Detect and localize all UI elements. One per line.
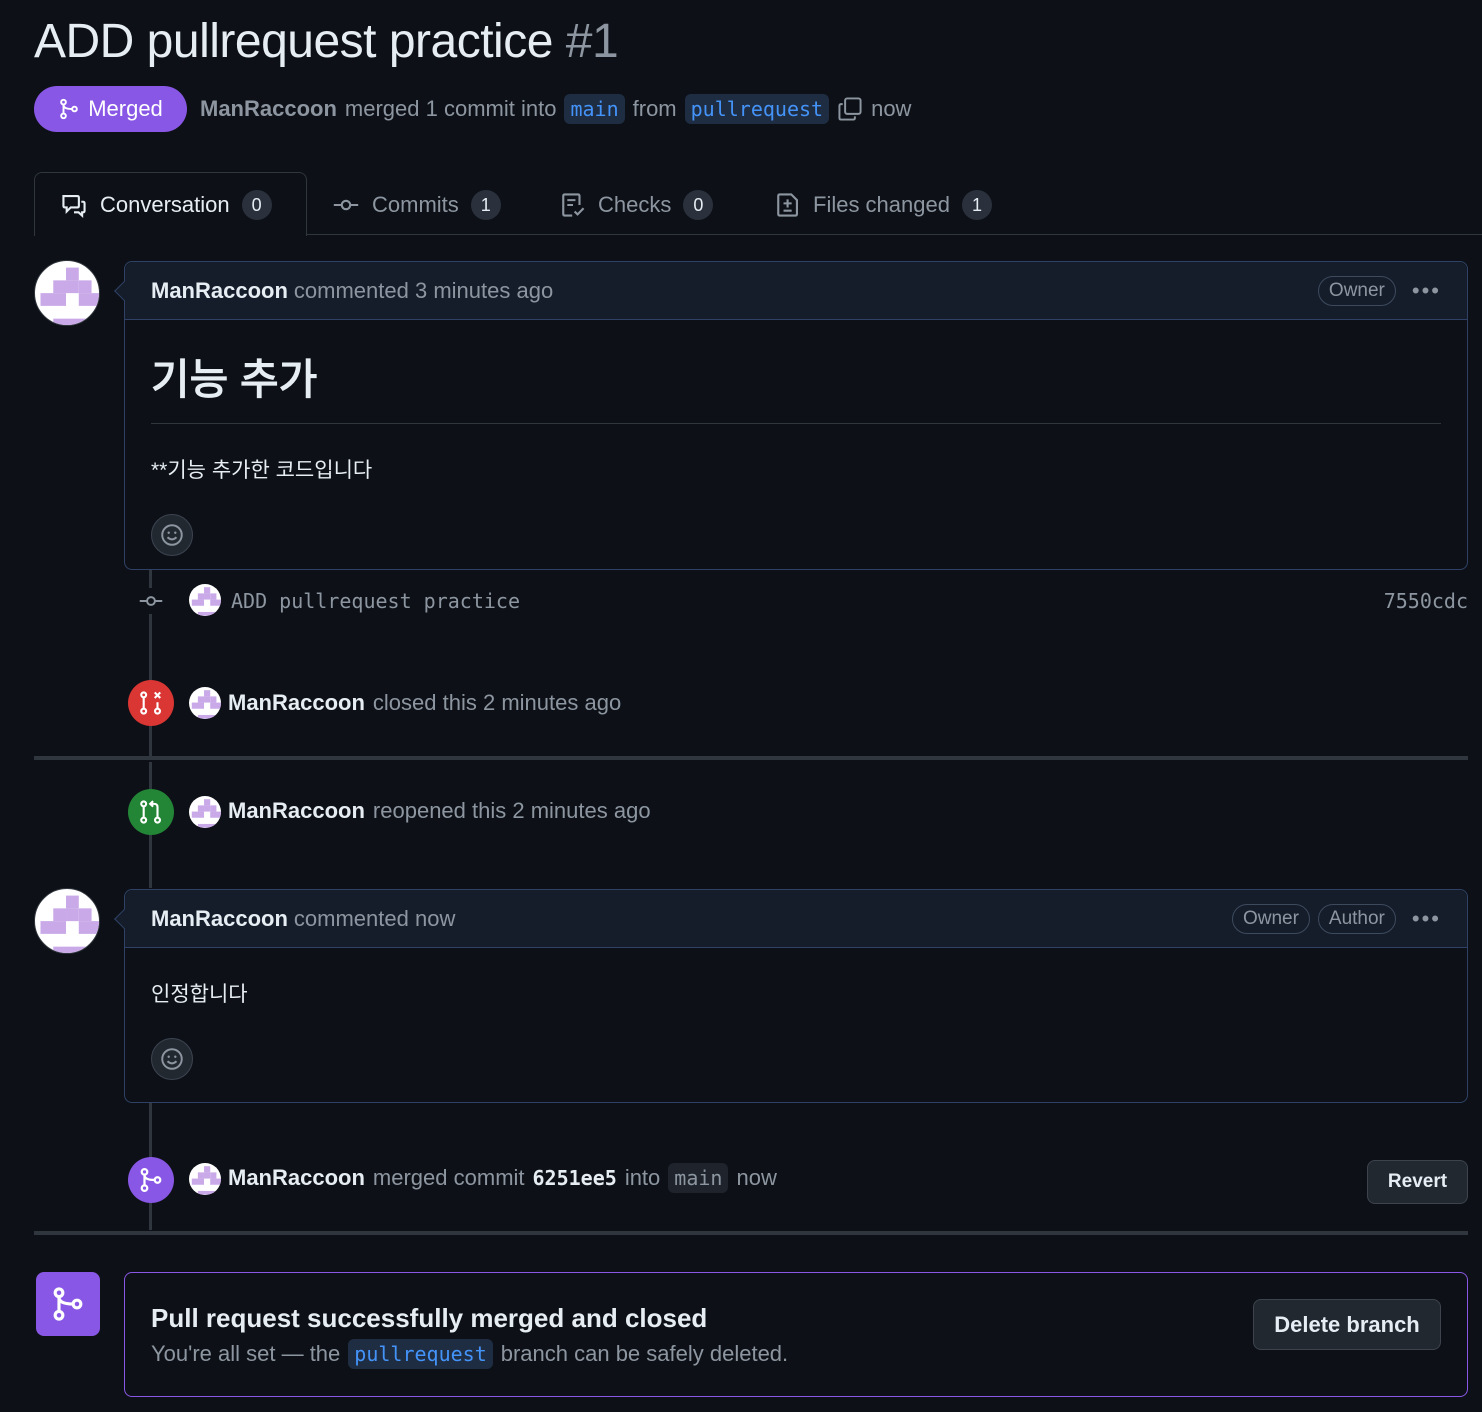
timeline-separator [34,756,1468,760]
closed-event: ManRaccoon closed this 2 minutes ago [228,688,621,718]
avatar[interactable] [189,796,221,828]
smiley-icon [161,1048,183,1070]
merge-box-title: Pull request successfully merged and clo… [151,1303,708,1333]
commit-icon [136,588,166,614]
event-author[interactable]: ManRaccoon [228,690,365,716]
revert-button[interactable]: Revert [1367,1160,1468,1204]
avatar[interactable] [34,260,100,326]
from-word: from [632,96,677,121]
commit-sha-link[interactable]: 7550cdc [1384,589,1468,613]
comment-discussion-icon [62,195,86,218]
pr-number: #1 [565,15,619,68]
owner-badge: Owner [1317,275,1396,306]
comment-heading: 기능 추가 [151,346,1441,424]
avatar[interactable] [34,888,100,954]
tab-commits[interactable]: Commits 1 [332,186,501,224]
status-badge-label: Merged [88,96,163,121]
tab-files-changed-count: 1 [961,190,992,220]
event-action: reopened this 2 minutes ago [372,798,651,823]
comment-box: ManRaccoon commented now Owner Author ••… [114,889,1468,1103]
commit-icon [333,199,359,211]
comment-body: **기능 추가한 코드입니다 [151,459,373,482]
comment-caret [114,281,134,301]
status-badge: Merged [34,86,187,132]
smiley-icon [161,524,183,546]
comment-box: ManRaccoon commented 3 minutes ago Owner… [114,261,1468,570]
event-time: now [736,1165,777,1190]
author-badge: Author [1317,903,1396,934]
merge-box-text: You're all set — the pullrequest branch … [151,1339,788,1369]
tab-checks-count: 0 [683,190,714,220]
add-reaction-button[interactable] [151,1038,193,1080]
git-merge-icon [128,1157,174,1203]
into-word: into [624,1165,661,1190]
tab-files-changed-label: Files changed [813,192,950,217]
merge-status-icon [36,1272,100,1336]
kebab-horizontal-icon[interactable]: ••• [1412,906,1441,932]
event-action: merged commit [372,1165,525,1190]
event-action: closed this 2 minutes ago [372,690,622,715]
checklist-icon [562,193,585,217]
event-author[interactable]: ManRaccoon [228,798,365,824]
file-diff-icon [777,193,798,217]
comment-action: commented 3 minutes ago [293,277,554,303]
avatar[interactable] [189,584,221,616]
merged-branch[interactable]: pullrequest [348,1339,493,1369]
tab-conversation-label: Conversation [100,192,230,217]
merge-box: Pull request successfully merged and clo… [124,1272,1468,1397]
pr-summary-action: merged 1 commit into [344,96,557,121]
copy-icon[interactable] [837,96,863,122]
reopened-event: ManRaccoon reopened this 2 minutes ago [228,796,651,826]
tab-files-changed[interactable]: Files changed 1 [775,186,992,224]
comment-caret [114,909,134,929]
pr-closed-icon [128,680,174,726]
pr-reopened-icon [128,789,174,835]
commit-message-link[interactable]: ADD pullrequest practice [231,589,520,613]
target-branch[interactable]: main [668,1163,729,1193]
avatar[interactable] [189,1163,221,1195]
merge-box-text-before: You're all set — the [151,1341,341,1366]
comment-body: 인정합니다 [151,983,248,1006]
pr-author-link[interactable]: ManRaccoon [200,96,337,122]
base-branch[interactable]: main [564,94,625,124]
tab-checks[interactable]: Checks 0 [560,186,714,224]
pr-time: now [871,96,912,121]
pr-title-text: ADD pullrequest practice [34,15,553,68]
event-author[interactable]: ManRaccoon [228,1165,365,1191]
pr-summary: ManRaccoon merged 1 commit into main fro… [200,90,911,128]
tab-conversation-count: 0 [241,190,272,220]
comment-header: ManRaccoon commented now Owner Author ••… [114,890,1467,948]
comment-author[interactable]: ManRaccoon [151,906,288,932]
pr-title: ADD pullrequest practice #1 [34,14,619,69]
delete-branch-button[interactable]: Delete branch [1253,1299,1441,1350]
add-reaction-button[interactable] [151,514,193,556]
tab-commits-label: Commits [372,192,459,217]
merge-commit-sha[interactable]: 6251ee5 [533,1166,617,1190]
merge-box-text-after: branch can be safely deleted. [500,1341,789,1366]
merge-icon [58,98,80,120]
owner-badge: Owner [1231,903,1310,934]
tab-checks-label: Checks [598,192,672,217]
tab-conversation[interactable]: Conversation 0 [60,186,272,224]
avatar[interactable] [189,687,221,719]
comment-author[interactable]: ManRaccoon [151,278,288,304]
timeline-separator [34,1231,1468,1235]
merged-event: ManRaccoon merged commit 6251ee5 into ma… [228,1161,777,1195]
head-branch[interactable]: pullrequest [684,94,830,124]
kebab-horizontal-icon[interactable]: ••• [1412,278,1441,304]
comment-action: commented now [293,905,456,931]
comment-header: ManRaccoon commented 3 minutes ago Owner… [114,262,1467,320]
tab-commits-count: 1 [470,190,501,220]
